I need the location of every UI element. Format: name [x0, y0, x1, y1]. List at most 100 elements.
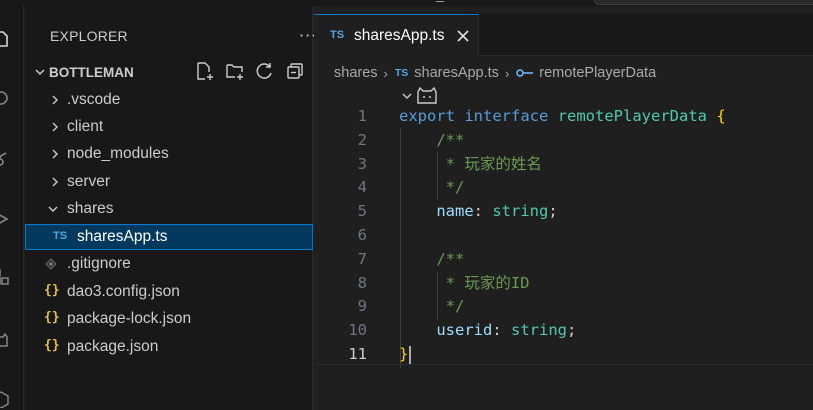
code-line[interactable]: 1 export interface remotePlayerData {: [314, 104, 813, 128]
tree-item-vscode[interactable]: .vscode: [25, 87, 313, 113]
code-editor[interactable]: 1 export interface remotePlayerData {2 /*…: [314, 104, 813, 368]
line-number: 1: [357, 107, 367, 125]
tree-item-package-json[interactable]: {} package.json: [25, 334, 313, 360]
line-text: * 玩家的ID: [399, 271, 530, 295]
panel-divider: [314, 364, 813, 365]
new-folder-icon[interactable]: [225, 61, 245, 81]
tree-item-sharesapp[interactable]: TS sharesApp.ts: [25, 224, 313, 250]
tab-label: sharesApp.ts: [354, 27, 445, 44]
explorer-icon[interactable]: [0, 30, 10, 48]
chevron-right-icon: ›: [383, 65, 388, 81]
tree-item-label: package.json: [67, 338, 159, 355]
git-file-icon: [45, 258, 57, 270]
tree-item-dao3-config[interactable]: {} dao3.config.json: [25, 279, 313, 305]
code-token: userid: [436, 321, 493, 340]
code-line[interactable]: 4 */: [314, 175, 813, 199]
line-number: 9: [357, 297, 367, 316]
cat-icon[interactable]: [416, 87, 438, 105]
run-debug-icon[interactable]: [0, 210, 10, 228]
interface-symbol-icon: [516, 69, 534, 77]
tree-item-node-modules[interactable]: node_modules: [25, 141, 313, 167]
collapse-all-icon[interactable]: [285, 61, 305, 81]
title-glyph: [436, 0, 444, 2]
tab-sharesapp[interactable]: TS sharesApp.ts: [314, 14, 479, 56]
tree-item-label: dao3.config.json: [67, 283, 180, 300]
line-text: * 玩家的姓名: [399, 152, 542, 176]
tree-item-server[interactable]: server: [25, 169, 313, 195]
code-line[interactable]: 2 /**: [314, 128, 813, 152]
code-token: * 玩家的ID: [445, 273, 530, 292]
editor-tab-bar: TS sharesApp.ts: [314, 14, 813, 56]
line-number: 5: [357, 202, 367, 221]
tree-item-shares[interactable]: shares: [25, 196, 313, 222]
code-line[interactable]: 10 userid: string;: [314, 318, 813, 342]
line-text: export interface remotePlayerData {: [399, 104, 726, 128]
chevron-right-icon: [52, 177, 58, 187]
command-center-box[interactable]: [594, 0, 813, 5]
line-number: 8: [357, 273, 367, 292]
code-line[interactable]: 6: [314, 223, 813, 247]
tree-item-gitignore[interactable]: .gitignore: [25, 251, 313, 277]
code-token: name: [436, 202, 474, 221]
chevron-down-icon: [48, 206, 58, 212]
remote-icon[interactable]: [0, 390, 10, 408]
search-icon[interactable]: [0, 90, 10, 108]
folder-header[interactable]: BOTTLEMAN: [33, 63, 134, 81]
chevron-right-icon: [52, 122, 58, 132]
code-line[interactable]: 5 name: string;: [314, 199, 813, 223]
tree-item-label: sharesApp.ts: [77, 228, 168, 245]
new-file-icon[interactable]: [195, 61, 215, 81]
code-token: */: [445, 178, 465, 197]
tree-item-label: .vscode: [67, 91, 121, 108]
line-number: 4: [357, 178, 367, 197]
tree-item-label: .gitignore: [67, 255, 131, 272]
code-token: interface: [464, 107, 549, 125]
close-icon[interactable]: [455, 28, 471, 44]
tree-item-package-lock[interactable]: {} package-lock.json: [25, 306, 313, 332]
code-token: }: [399, 345, 409, 363]
ts-file-icon: TS: [330, 29, 345, 41]
code-line[interactable]: 8 * 玩家的ID: [314, 271, 813, 295]
sticky-scroll-controls: [400, 87, 438, 105]
line-text: */: [399, 294, 465, 318]
line-text: /**: [399, 247, 464, 271]
code-line[interactable]: 9 */: [314, 294, 813, 318]
code-token: export: [399, 107, 455, 125]
line-text: userid: string;: [399, 318, 576, 342]
breadcrumb-symbol[interactable]: remotePlayerData: [539, 65, 656, 81]
refresh-icon[interactable]: [255, 61, 275, 81]
explorer-sidebar: EXPLORER ··· BOTTLEMAN .vscode client no…: [25, 6, 316, 410]
ts-file-icon: TS: [394, 67, 409, 79]
breadcrumb: shares › TS sharesApp.ts › remotePlayerD…: [334, 64, 656, 82]
code-token: remotePlayerData: [557, 107, 707, 125]
tree-item-label: server: [67, 173, 111, 190]
ts-file-icon: TS: [53, 230, 68, 242]
code-token: {: [716, 107, 726, 125]
chevron-right-icon: ›: [504, 65, 510, 81]
cat-extension-icon[interactable]: [0, 332, 10, 350]
code-line[interactable]: 11}: [314, 342, 813, 366]
line-number: 7: [357, 249, 367, 268]
code-token: ;: [548, 202, 558, 221]
tree-item-label: package-lock.json: [67, 310, 192, 327]
code-line[interactable]: 7 /**: [314, 247, 813, 271]
line-text: /**: [399, 128, 464, 152]
tree-item-label: node_modules: [67, 145, 169, 162]
breadcrumb-folder[interactable]: shares: [334, 65, 378, 81]
chevron-down-icon: [35, 69, 45, 76]
code-line[interactable]: 3 * 玩家的姓名: [314, 152, 813, 176]
chevron-down-icon[interactable]: [400, 89, 414, 103]
source-control-icon[interactable]: [0, 150, 10, 168]
breadcrumb-file[interactable]: sharesApp.ts: [414, 65, 499, 81]
extensions-icon[interactable]: [0, 268, 10, 286]
folder-name: BOTTLEMAN: [49, 64, 134, 80]
tree-item-client[interactable]: client: [25, 114, 313, 140]
